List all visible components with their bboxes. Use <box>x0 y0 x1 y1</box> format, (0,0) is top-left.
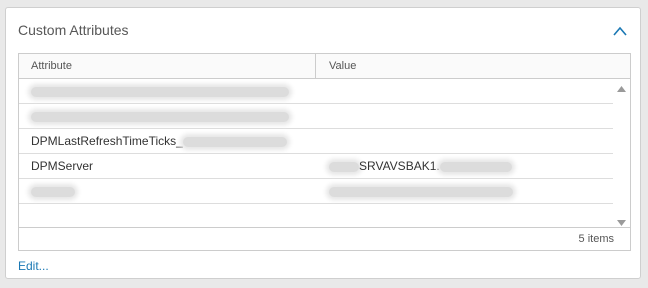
redacted-text <box>182 136 287 147</box>
table-row[interactable] <box>19 79 613 104</box>
attribute-cell: DPMLastRefreshTimeTicks_ <box>31 129 287 153</box>
grid-header: Attribute Value <box>19 54 630 79</box>
attribute-cell <box>31 104 289 128</box>
redacted-text <box>329 161 359 172</box>
attributes-grid: Attribute Value DPMLastRefreshTimeTicks_… <box>18 53 631 251</box>
grid-rows: DPMLastRefreshTimeTicks_ DPMServer SRVAV… <box>19 79 613 204</box>
column-header-attribute[interactable]: Attribute <box>31 54 72 78</box>
column-header-value[interactable]: Value <box>329 54 356 78</box>
items-count: 5 items <box>578 233 614 245</box>
grid-footer: 5 items <box>19 227 630 250</box>
edit-link[interactable]: Edit... <box>18 259 49 273</box>
value-cell: SRVAVSBAK1. <box>329 154 512 178</box>
attribute-cell <box>31 79 289 103</box>
table-row[interactable]: DPMServer SRVAVSBAK1. <box>19 154 613 179</box>
redacted-text <box>31 111 289 122</box>
chevron-up-icon[interactable] <box>612 24 628 36</box>
table-row[interactable]: DPMLastRefreshTimeTicks_ <box>19 129 613 154</box>
custom-attributes-panel: Custom Attributes Attribute Value DPMLas… <box>5 7 641 279</box>
table-row[interactable] <box>19 104 613 129</box>
scroll-up-arrow-icon[interactable] <box>617 86 626 92</box>
column-resize-handle[interactable] <box>315 54 316 78</box>
redacted-text <box>329 186 513 197</box>
redacted-text <box>31 186 75 197</box>
scroll-down-arrow-icon[interactable] <box>617 220 626 226</box>
panel-title: Custom Attributes <box>18 22 129 38</box>
attribute-cell <box>31 179 75 203</box>
redacted-text <box>439 161 512 172</box>
value-cell <box>329 179 513 203</box>
vertical-scrollbar[interactable] <box>613 79 630 229</box>
attribute-cell: DPMServer <box>31 159 94 173</box>
redacted-text <box>31 86 289 97</box>
table-row[interactable] <box>19 179 613 204</box>
